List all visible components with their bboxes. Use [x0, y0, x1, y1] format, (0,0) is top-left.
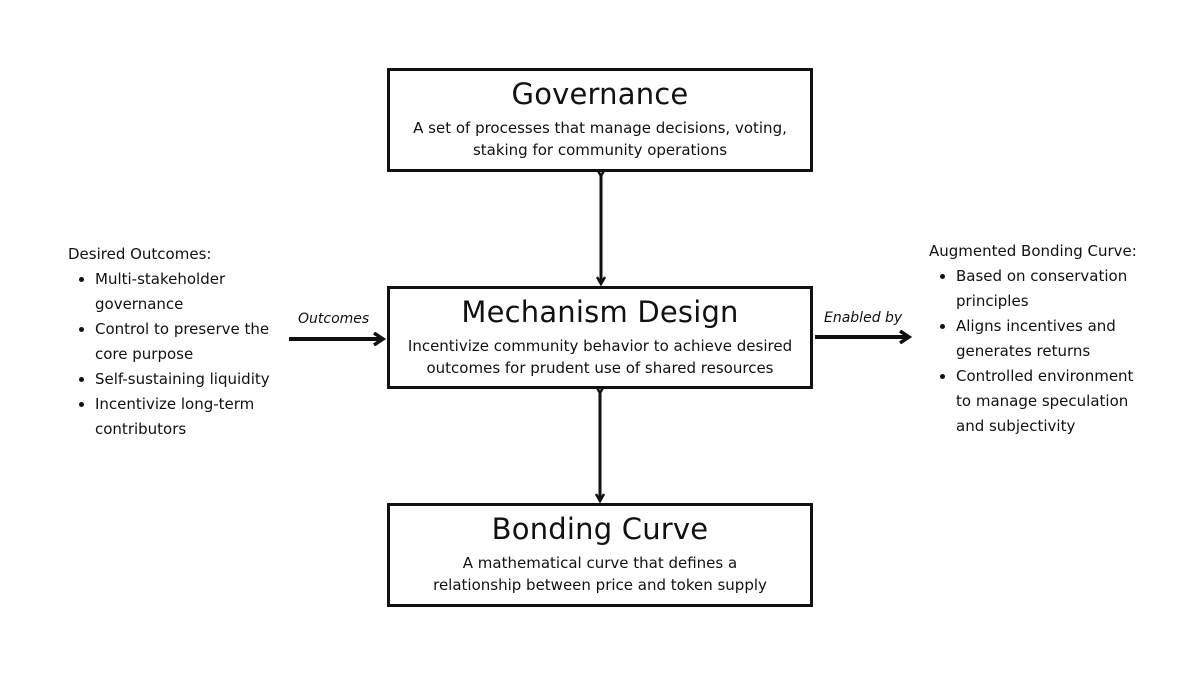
list-item-line: Multi-stakeholder	[95, 270, 226, 288]
list-item: Self-sustaining liquidity	[95, 367, 283, 392]
list-item-line: Controlled environment	[956, 367, 1134, 385]
governance-desc-line: staking for community operations	[472, 141, 728, 159]
list-item: Incentivize long-term contributors	[95, 392, 283, 442]
augmented-bonding-curve-heading: Augmented Bonding Curve:	[929, 242, 1137, 260]
list-item-line: Based on conservation	[956, 267, 1128, 285]
list-item-line: Incentivize long-term	[95, 395, 255, 413]
governance-box: Governance A set of processes that manag…	[387, 68, 813, 172]
list-item: Control to preserve the core purpose	[95, 317, 283, 367]
list-item-line: core purpose	[95, 345, 194, 363]
bonding-curve-box: Bonding Curve A mathematical curve that …	[387, 503, 813, 607]
bonding-curve-description: A mathematical curve that defines a rela…	[390, 552, 810, 596]
desired-outcomes-list: Multi-stakeholder governance Control to p…	[68, 267, 283, 442]
governance-desc-line: A set of processes that manage decisions…	[413, 119, 787, 137]
list-item-line: Self-sustaining liquidity	[95, 370, 270, 388]
outcomes-arrow-label: Outcomes	[298, 311, 370, 327]
list-item: Based on conservation principles	[956, 264, 1159, 314]
mechanism-design-box: Mechanism Design Incentivize community b…	[387, 286, 813, 389]
desired-outcomes-heading: Desired Outcomes:	[68, 245, 212, 263]
list-item-line: governance	[95, 295, 184, 313]
mechanism-design-title: Mechanism Design	[461, 295, 739, 329]
bonding-desc-line: relationship between price and token sup…	[433, 576, 767, 594]
mechanism-desc-line: outcomes for prudent use of shared resou…	[426, 359, 774, 377]
list-item: Controlled environment to manage speculat…	[956, 364, 1159, 439]
list-item-line: principles	[956, 292, 1029, 310]
list-item-line: and subjectivity	[956, 417, 1076, 435]
list-item-line: Aligns incentives and	[956, 317, 1116, 335]
governance-title: Governance	[511, 77, 689, 111]
list-item-line: to manage speculation	[956, 392, 1129, 410]
augmented-bonding-curve-list: Based on conservation principles Aligns i…	[929, 264, 1159, 439]
governance-description: A set of processes that manage decisions…	[390, 117, 810, 161]
mechanism-desc-line: Incentivize community behavior to achiev…	[407, 337, 793, 355]
desired-outcomes-panel: Desired Outcomes: Multi-stakeholder gover…	[68, 242, 283, 442]
bonding-curve-title: Bonding Curve	[491, 512, 709, 546]
list-item-line: contributors	[95, 420, 187, 438]
list-item: Aligns incentives and generates returns	[956, 314, 1159, 364]
enabled-by-arrow-label: Enabled by	[824, 310, 903, 326]
list-item-line: Control to preserve the	[95, 320, 270, 338]
mechanism-design-description: Incentivize community behavior to achiev…	[390, 335, 810, 379]
bonding-desc-line: A mathematical curve that defines a	[462, 554, 738, 572]
list-item: Multi-stakeholder governance	[95, 267, 283, 317]
list-item-line: generates returns	[956, 342, 1091, 360]
augmented-bonding-curve-panel: Augmented Bonding Curve: Based on conser…	[929, 239, 1159, 439]
